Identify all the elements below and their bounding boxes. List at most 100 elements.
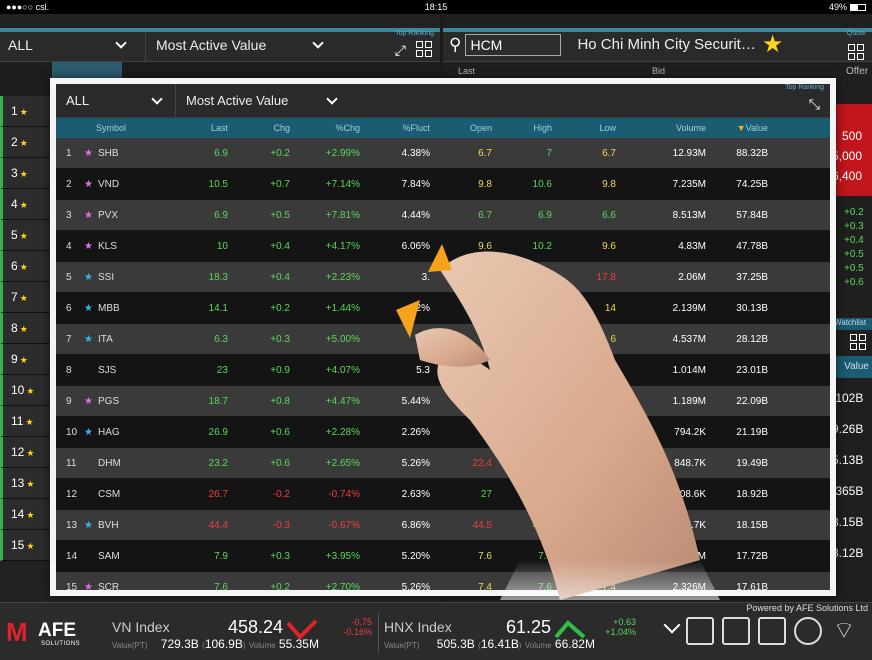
- table-row[interactable]: 15 ★ SCR 7.6 +0.2 +2.70% 5.26% 7.4 7.6 7.4 2.326M 1…: [56, 572, 830, 593]
- rank-cell[interactable]: 13 ★: [0, 468, 52, 499]
- table-row[interactable]: 9 ★ PGS 18.7 +0.8 +4.47% 5.44% 17.9 1.189M 22.09B: [56, 386, 830, 417]
- search-icon[interactable]: ⚲: [449, 35, 461, 55]
- table-row[interactable]: 11 DHM 23.2 +0.6 +2.65% 5.26% 22.4 2.2 848.7K 19.…: [56, 448, 830, 479]
- collapse-icon[interactable]: ⤡: [809, 96, 820, 113]
- grid-layout-icon[interactable]: [416, 41, 432, 57]
- watchlist-star-icon[interactable]: ★: [84, 582, 98, 591]
- index-expand-chevron-icon[interactable]: [663, 616, 681, 634]
- symbol-ticker: BVH: [98, 519, 119, 531]
- table-row[interactable]: 8 SJS 23 +0.9 +4.07% 5.3 22 1.014M 23.01B: [56, 355, 830, 386]
- wifi-icon[interactable]: ⌔: [830, 617, 858, 645]
- rank-cell[interactable]: 3 ★: [0, 158, 52, 189]
- val-cell: 30.13B: [736, 302, 768, 314]
- bg-corner-tag: Top Ranking: [395, 30, 434, 37]
- rank-cell[interactable]: 7 ★: [0, 282, 52, 313]
- watchlist-star-icon[interactable]: ★: [84, 272, 98, 283]
- bg-market-label: ALL: [8, 36, 33, 53]
- favorite-star-icon[interactable]: ★: [762, 30, 784, 59]
- column-header-high[interactable]: High: [500, 123, 560, 133]
- watchlist-star-icon[interactable]: ★: [84, 179, 98, 190]
- fluct-cell: 2.63%: [401, 488, 430, 500]
- symbol-ticker: KLS: [98, 240, 117, 252]
- cube-icon[interactable]: [722, 617, 750, 645]
- vn-index-value: 458.24: [228, 617, 284, 637]
- vol-cell: 417.7K: [674, 519, 706, 531]
- grid-layout-icon[interactable]: [850, 334, 866, 350]
- list-view-icon[interactable]: [686, 617, 714, 645]
- rank-cell[interactable]: 14 ★: [0, 499, 52, 530]
- rank-cell[interactable]: 1 ★: [0, 96, 52, 127]
- last-cell: 18.7: [208, 395, 228, 407]
- vol-cell: 2.287M: [672, 550, 706, 562]
- symbol-ticker: DHM: [98, 457, 121, 469]
- watchlist-star-icon[interactable]: ★: [84, 334, 98, 345]
- rank-cell[interactable]: 15 ★: [0, 530, 52, 561]
- popup-market-select[interactable]: ALL: [56, 84, 176, 117]
- column-header-pchg[interactable]: %Chg: [298, 123, 368, 133]
- low-cell: 7.5: [602, 550, 616, 562]
- table-row[interactable]: 5 ★ SSI 18.3 +0.4 +2.23% 3. 18.4 17.8 2.06M 37.25B: [56, 262, 830, 293]
- rank-cell[interactable]: 12 ★: [0, 437, 52, 468]
- column-header-symbol[interactable]: Symbol: [56, 123, 148, 133]
- table-row[interactable]: 7 ★ ITA 6.3 +0.3 +5.00% 6 4.537M 28.12B: [56, 324, 830, 355]
- table-row[interactable]: 2 ★ VND 10.5 +0.7 +7.14% 7.84% 9.8 10.6 9.8 7.235M…: [56, 169, 830, 200]
- right-edge-values-mid: +0.2 +0.3 +0.4 +0.5 +0.5 +0.6: [832, 206, 872, 290]
- table-row[interactable]: 6 ★ MBB 14.1 +0.2 +1.44% 82% 14 2.139M 30.13B: [56, 293, 830, 324]
- column-header-value[interactable]: ▼Value: [714, 123, 776, 133]
- watchlist-star-icon[interactable]: ★: [84, 396, 98, 407]
- val-cell: 88.32B: [736, 147, 768, 159]
- top-ranking-popup[interactable]: ALL Most Active Value Top Ranking ⤡ Symb…: [50, 78, 836, 596]
- table-row[interactable]: 14 SAM 7.9 +0.3 +3.95% 5.20% 7.6 7.9 7.5 2.287M 17…: [56, 541, 830, 572]
- hnx-value-pt-label: Value(PT): [384, 641, 420, 650]
- chg-cell: +0.5: [270, 209, 290, 221]
- watchlist-tab[interactable]: Watchlist: [832, 318, 872, 330]
- table-row[interactable]: 1 ★ SHB 6.9 +0.2 +2.99% 4.38% 6.7 7 6.7 12.93M 88.3…: [56, 138, 830, 169]
- layout-icon[interactable]: [758, 617, 786, 645]
- star-icon: ★: [19, 107, 28, 117]
- watchlist-star-icon[interactable]: ★: [84, 241, 98, 252]
- column-header-chg[interactable]: Chg: [236, 123, 298, 133]
- table-row[interactable]: 10 ★ HAG 26.9 +0.6 +2.28% 2.26% 26.3 794.2K 21.19…: [56, 417, 830, 448]
- rank-cell[interactable]: 5 ★: [0, 220, 52, 251]
- column-header-fluct[interactable]: %Fluct: [368, 123, 438, 133]
- table-row[interactable]: 13 ★ BVH 44.4 -0.3 -0.67% 6.86% 44.5 45.2 42. 417.…: [56, 510, 830, 541]
- afe-logo: M AFE SOLUTIONS: [6, 617, 98, 653]
- pchg-cell: +2.70%: [325, 581, 360, 593]
- grid-layout-icon[interactable]: [848, 44, 864, 60]
- column-header-last[interactable]: Last: [148, 123, 236, 133]
- watchlist-star-icon[interactable]: ★: [84, 148, 98, 159]
- open-cell: 27: [480, 488, 492, 500]
- watchlist-star-icon[interactable]: ★: [84, 427, 98, 438]
- pchg-cell: +2.23%: [325, 271, 360, 283]
- chevron-down-icon: [115, 36, 127, 49]
- gear-icon[interactable]: [794, 617, 822, 645]
- rank-cell[interactable]: 2 ★: [0, 127, 52, 158]
- popup-list-select[interactable]: Most Active Value: [176, 84, 376, 117]
- edge-change: +0.3: [844, 221, 864, 232]
- bg-list-select[interactable]: Most Active Value: [146, 28, 376, 61]
- val-cell: 23.01B: [736, 364, 768, 376]
- rank-cell[interactable]: 11 ★: [0, 406, 52, 437]
- rank-cell[interactable]: 4 ★: [0, 189, 52, 220]
- column-header-open[interactable]: Open: [438, 123, 500, 133]
- bg-market-select[interactable]: ALL: [0, 28, 146, 61]
- expand-icon[interactable]: ⤢: [395, 42, 406, 59]
- symbol-cell: 5 ★ SSI: [56, 272, 148, 283]
- rank-cell[interactable]: 8 ★: [0, 313, 52, 344]
- vn-value-pt-2: 106.9B: [204, 637, 243, 651]
- column-header-volume[interactable]: Volume: [624, 123, 714, 133]
- symbol-search-input[interactable]: HCM: [465, 33, 562, 56]
- column-header-low[interactable]: Low: [560, 123, 624, 133]
- watchlist-star-icon[interactable]: ★: [84, 520, 98, 531]
- table-row[interactable]: 12 CSM 26.7 -0.2 -0.74% 2.63% 27 708.6K 18.92B: [56, 479, 830, 510]
- rank-cell[interactable]: 9 ★: [0, 344, 52, 375]
- table-row[interactable]: 3 ★ PVX 6.9 +0.5 +7.81% 4.44% 6.7 6.9 6.6 8.513M 57…: [56, 200, 830, 231]
- star-icon: ★: [19, 355, 28, 365]
- chg-cell: +0.3: [270, 333, 290, 345]
- rank-cell[interactable]: 10 ★: [0, 375, 52, 406]
- rank-cell[interactable]: 6 ★: [0, 251, 52, 282]
- table-row[interactable]: 4 ★ KLS 10 +0.4 +4.17% 6.06% 9.6 10.2 9.6 4.83M 47.…: [56, 231, 830, 262]
- watchlist-star-icon[interactable]: ★: [84, 210, 98, 221]
- watchlist-star-icon[interactable]: ★: [84, 303, 98, 314]
- toolbar-icons: ⌔: [686, 617, 858, 645]
